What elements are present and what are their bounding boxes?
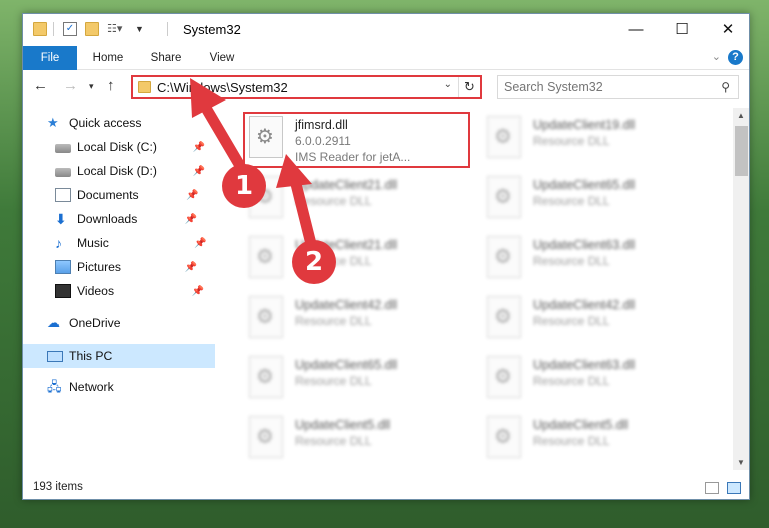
callout-step-1: 1 (222, 164, 266, 208)
arrowhead (276, 154, 312, 188)
callout-step-2: 2 (292, 240, 336, 284)
arrow-1 (190, 78, 252, 182)
annotation-overlay (190, 78, 320, 262)
